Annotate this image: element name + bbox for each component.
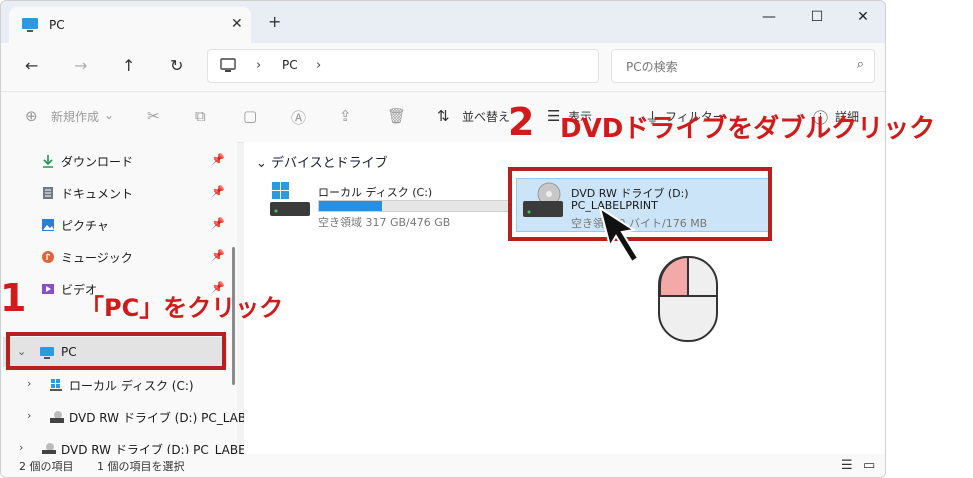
pin-icon[interactable]: 📌 (211, 249, 225, 262)
share-icon[interactable]: ⇪ (339, 107, 352, 125)
back-button[interactable]: ← (25, 56, 38, 75)
paste-icon[interactable]: ▢ (243, 107, 257, 125)
selection-count: 1 個の項目を選択 (97, 460, 185, 473)
search-icon: ⌕ (856, 57, 864, 72)
step2-label: DVDドライブをダブルクリック (560, 114, 936, 144)
copy-icon[interactable]: ⧉ (195, 107, 206, 125)
minimize-button[interactable]: — (749, 9, 789, 25)
pin-icon[interactable]: 📌 (211, 185, 225, 198)
breadcrumb-separator[interactable]: › (256, 58, 261, 73)
step1-number: 1 (0, 276, 27, 320)
chevron-right-icon[interactable]: › (27, 409, 31, 422)
chevron-down-icon: ⌄ (104, 108, 115, 122)
tab-close-icon[interactable]: ✕ (231, 16, 243, 32)
storage-bar (318, 200, 510, 212)
download-icon (41, 153, 55, 168)
sidebar-item-music[interactable]: ミュージック 📌 (1, 241, 231, 271)
address-bar[interactable]: › PC › (207, 49, 599, 83)
sidebar-item-local-disk[interactable]: › ローカル ディスク (C:) (1, 369, 231, 399)
details-view-icon[interactable]: ☰ (841, 458, 853, 473)
breadcrumb-pc[interactable]: PC (282, 58, 298, 72)
chevron-down-icon: ⌄ (256, 156, 272, 171)
step1-label: 「PC」をクリック (80, 294, 284, 322)
refresh-button[interactable]: ↻ (170, 56, 183, 75)
status-bar: 2 個の項目 1 個の項目を選択 ☰ ▭ (1, 454, 885, 477)
storage-bar-fill (319, 201, 382, 211)
search-input[interactable]: PCの検索 (626, 58, 678, 75)
pin-icon[interactable]: 📌 (211, 153, 225, 166)
search-box[interactable]: PCの検索 ⌕ (611, 49, 875, 83)
highlight-pc-item (6, 332, 226, 370)
pictures-icon (41, 217, 55, 231)
delete-icon[interactable]: 🗑 (387, 107, 406, 125)
sidebar-item-dvd-drive[interactable]: › DVD RW ドライブ (D:) PC_LABEL (1, 401, 260, 431)
rename-icon[interactable]: Ⓐ (291, 107, 306, 128)
music-icon (41, 249, 55, 263)
title-bar: PC ✕ + — ☐ ✕ (1, 1, 885, 43)
sidebar-item-pictures[interactable]: ピクチャ 📌 (1, 209, 231, 239)
view-icon: ☰ (547, 107, 561, 125)
sort-icon: ⇅ (437, 107, 450, 125)
tab-title: PC (49, 18, 65, 32)
chevron-right-icon[interactable]: › (19, 441, 23, 454)
close-button[interactable]: ✕ (843, 9, 883, 25)
tiles-view-icon[interactable]: ▭ (863, 458, 875, 473)
dvd-drive-icon (49, 409, 64, 423)
navigation-bar: ← → ↑ ↻ › PC › PCの検索 ⌕ (1, 43, 885, 91)
new-icon: ⊕ (25, 107, 38, 125)
windows-drive-icon (49, 377, 63, 391)
pc-icon (21, 17, 39, 37)
windows-drive-icon (268, 180, 312, 224)
mouse-cursor-icon (598, 205, 640, 264)
pc-icon (220, 58, 236, 77)
document-icon (41, 185, 55, 199)
breadcrumb-separator[interactable]: › (316, 58, 321, 73)
new-tab-button[interactable]: + (268, 12, 281, 31)
sidebar-item-downloads[interactable]: ダウンロード 📌 (1, 145, 231, 175)
new-button[interactable]: 新規作成 (51, 108, 99, 125)
drive-local-disk[interactable]: ローカル ディスク (C:) 空き領域 317 GB/476 GB (264, 178, 518, 232)
maximize-button[interactable]: ☐ (797, 9, 837, 25)
pin-icon[interactable]: 📌 (211, 217, 225, 230)
chevron-right-icon[interactable]: › (27, 377, 31, 390)
video-icon (41, 281, 55, 295)
sidebar-item-documents[interactable]: ドキュメント 📌 (1, 177, 231, 207)
tab-pc[interactable]: PC ✕ (9, 7, 251, 43)
group-header-devices[interactable]: ⌄ デバイスとドライブ (256, 152, 388, 171)
cut-icon[interactable]: ✂ (147, 107, 160, 125)
item-count: 2 個の項目 (19, 460, 74, 473)
step2-number: 2 (508, 100, 535, 144)
mouse-double-click-icon (658, 255, 718, 342)
up-button[interactable]: ↑ (122, 56, 135, 75)
dvd-drive-icon (41, 441, 56, 455)
sort-button[interactable]: 並べ替え (462, 108, 510, 125)
forward-button[interactable]: → (74, 56, 87, 75)
